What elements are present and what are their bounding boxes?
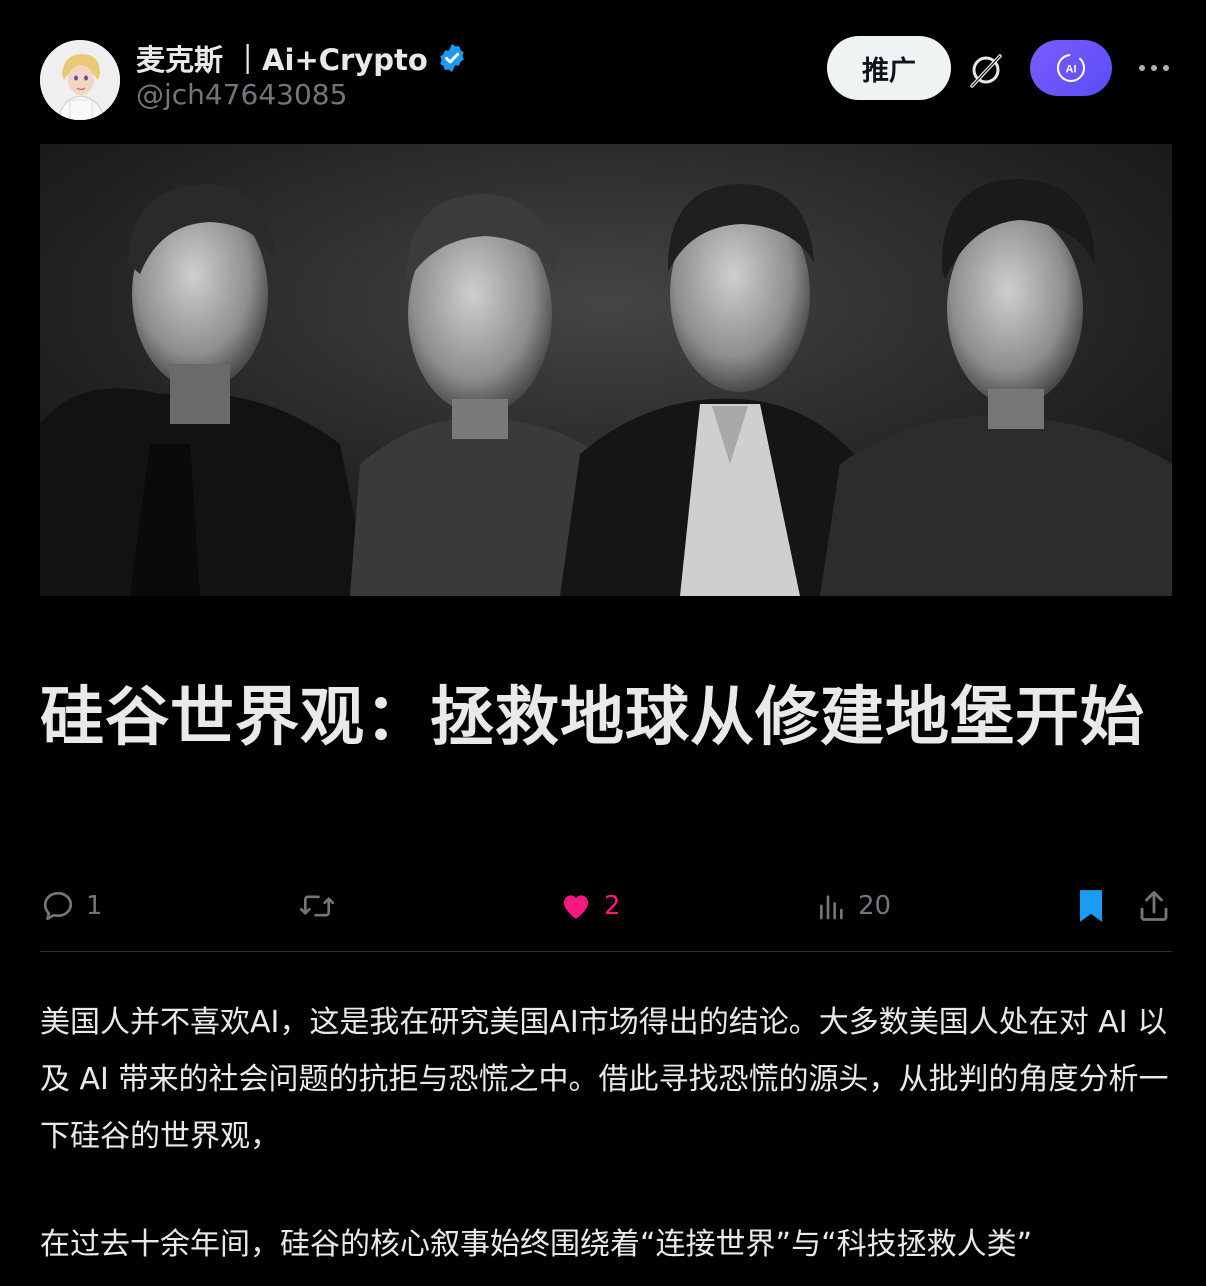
ai-label: AI [1066,64,1077,76]
author-name-row[interactable]: 麦克斯 ｜Ai+Crypto [136,36,468,80]
heart-icon [563,895,589,919]
author-handle[interactable]: @jch47643085 [136,78,347,111]
views-icon [820,895,843,920]
avatar-illustration [40,40,120,120]
article-paragraph-2: 在过去十余年间，硅谷的核心叙事始终围绕着“连接世界”与“科技拯救人类” [40,1227,1033,1262]
more-icon[interactable] [1132,52,1176,84]
article-paragraph-1: 美国人并不喜欢AI，这是我在研究美国AI市场得出的结论。大多数美国人处在对 AI… [40,1005,1169,1154]
divider [40,951,1172,952]
post-page: 麦克斯 ｜Ai+Crypto @jch47643085 推广 AI 硅谷世界观：… [0,0,1206,1286]
views-button[interactable]: 20 [816,884,891,928]
bookmark-icon [1079,890,1103,922]
like-button[interactable]: 2 [558,884,621,928]
repost-button[interactable] [298,884,346,928]
article-title: 硅谷世界观：拯救地球从修建地堡开始 [40,681,1145,755]
avatar[interactable] [40,40,120,120]
verified-badge-icon [436,42,468,74]
ai-assistant-icon: AI [1057,54,1085,82]
promote-button[interactable]: 推广 [827,36,951,100]
reply-icon [43,891,73,921]
article-cover-image[interactable] [40,144,1172,596]
like-count: 2 [604,891,621,921]
reply-button[interactable]: 1 [40,884,103,928]
author-display-name[interactable]: 麦克斯 ｜Ai+Crypto [136,37,428,79]
repost-icon [299,895,335,917]
ai-assistant-button[interactable]: AI [1030,40,1112,96]
views-count: 20 [858,891,892,921]
grok-icon[interactable] [960,44,1012,96]
reply-count: 1 [86,891,103,921]
bookmark-button[interactable] [1074,884,1108,928]
share-button[interactable] [1136,884,1172,928]
share-icon [1140,891,1168,921]
